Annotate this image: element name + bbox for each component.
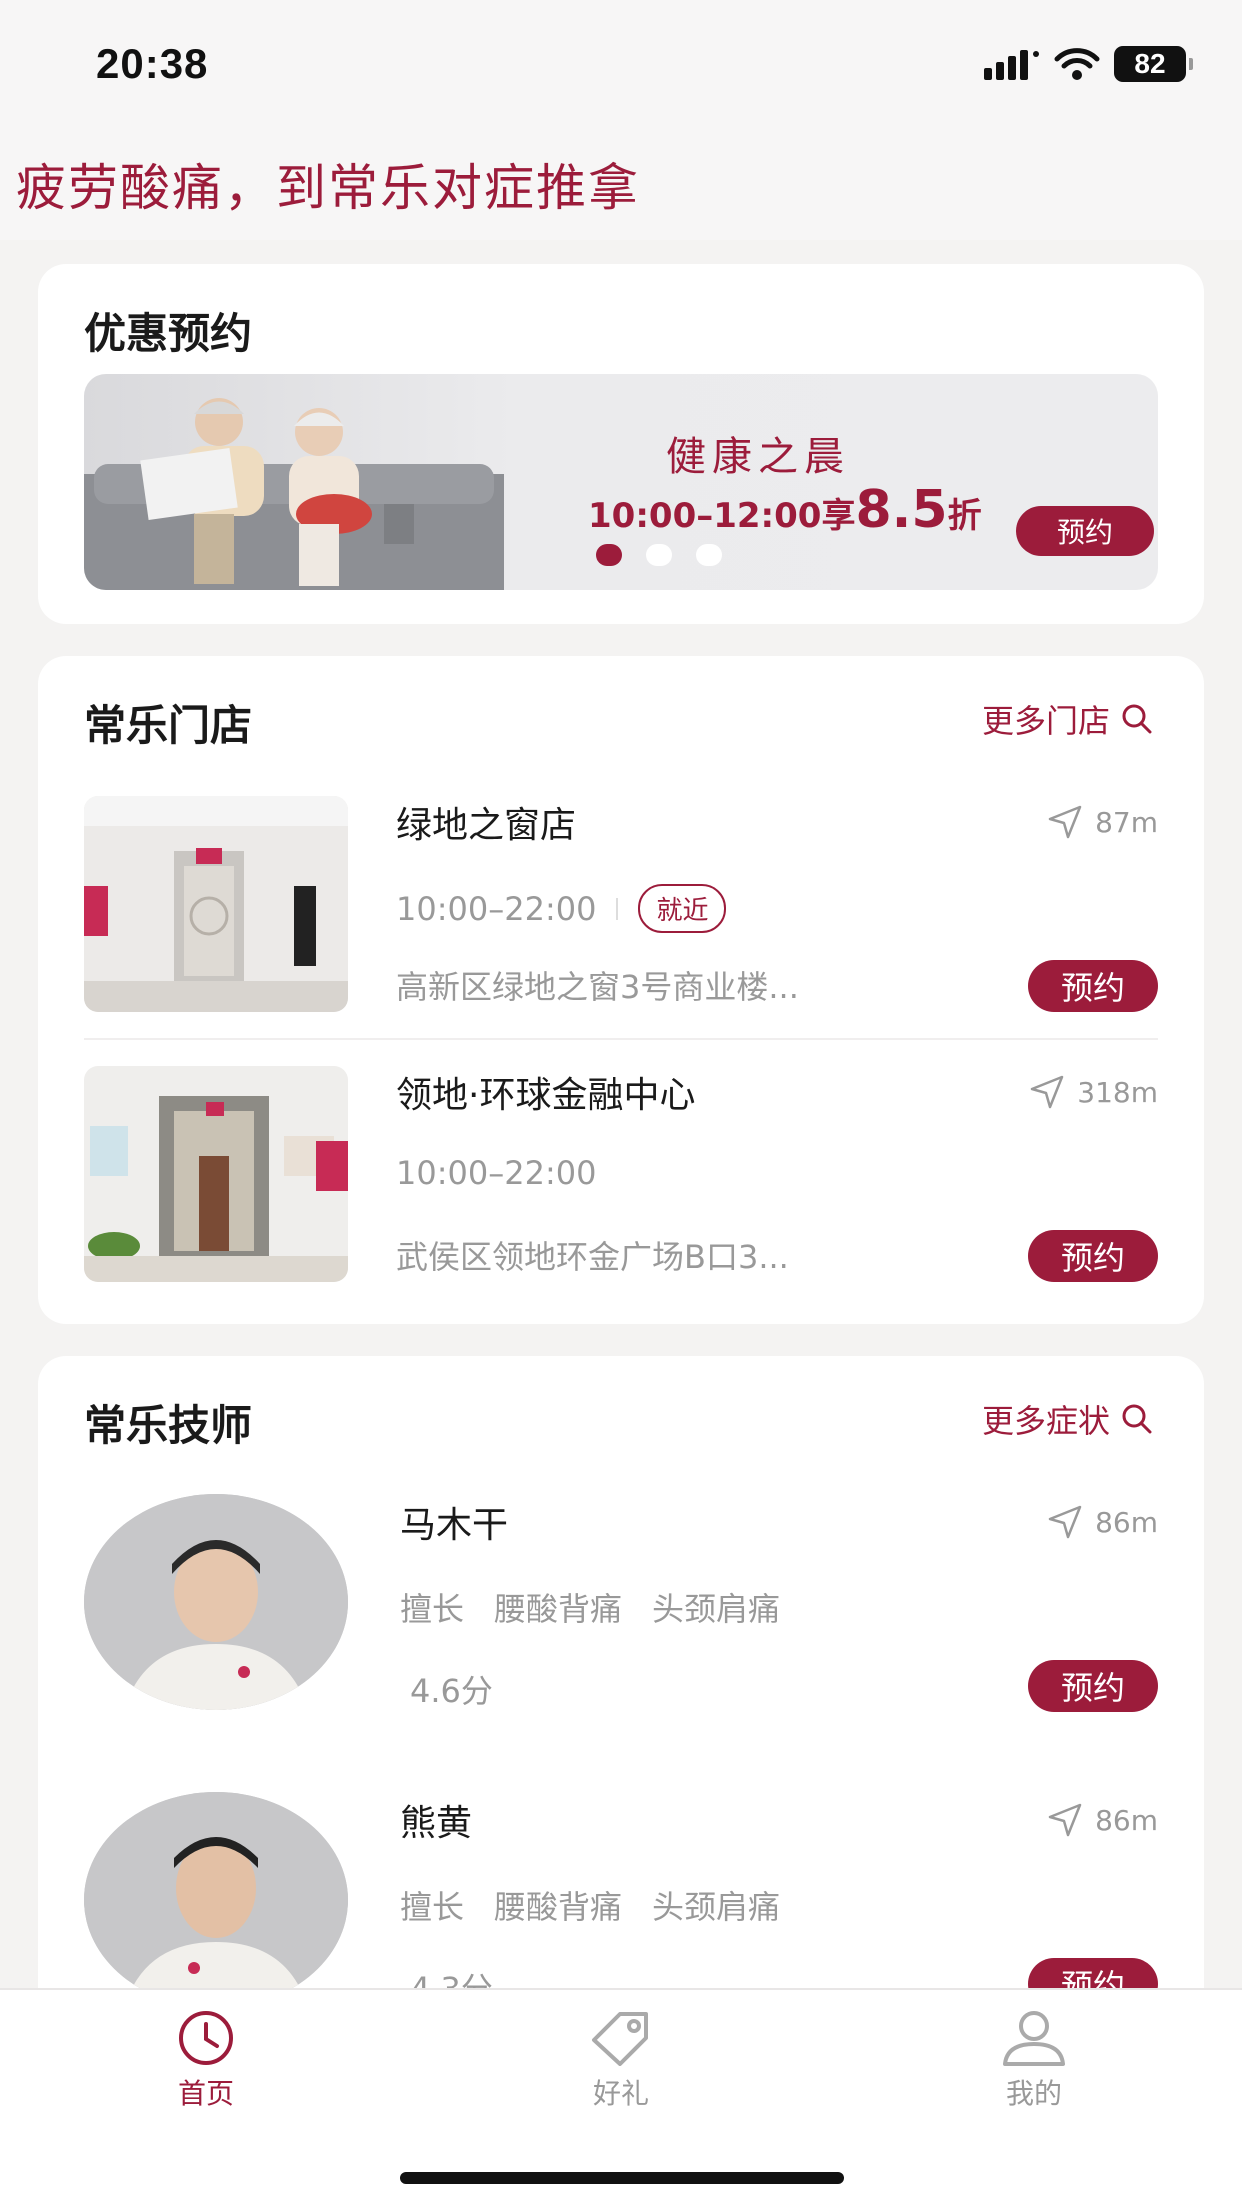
store-hours-text: 10:00–22:00 <box>396 1154 597 1192</box>
store-address: 武侯区领地环金广场B口3... <box>396 1238 789 1276</box>
store-address: 高新区绿地之窗3号商业楼... <box>396 968 799 1006</box>
banner-couple-image <box>84 398 504 590</box>
more-symptoms-label: 更多症状 <box>981 1402 1110 1440</box>
divider <box>84 1038 1158 1040</box>
carousel-dots[interactable] <box>596 544 722 566</box>
store-name: 领地·环球金融中心 <box>396 1075 696 1116</box>
skill-label: 擅长 <box>400 1590 465 1628</box>
store-hours: 10:00–22:00 <box>396 1154 596 1192</box>
therapist-score: 4.6分 <box>410 1672 493 1710</box>
therapist-avatar <box>84 1494 348 1710</box>
store-distance-text: 87m <box>1095 805 1158 839</box>
store-book-button[interactable]: 预约 <box>1028 1230 1158 1282</box>
tab-profile[interactable]: 我的 <box>934 2010 1134 2112</box>
store-distance-text: 318m <box>1077 1075 1158 1109</box>
skill-label: 擅长 <box>400 1888 465 1926</box>
banner-discount-unit: 折 <box>947 496 982 536</box>
therapist-distance-text: 86m <box>1095 1505 1158 1539</box>
promo-card: 优惠预约 健康之晨 10:00–12:00享8.5折 预约 <box>38 264 1204 624</box>
banner-time-text: 10:00–12:00享 <box>588 496 856 536</box>
store-image <box>84 796 348 1012</box>
status-bar: 20:38 82 <box>0 0 1242 130</box>
skill-tag: 腰酸背痛 <box>494 1590 623 1628</box>
banner-subtitle: 10:00–12:00享8.5折 <box>588 480 982 540</box>
location-arrow-icon <box>1031 1075 1064 1109</box>
promo-title: 优惠预约 <box>84 309 253 358</box>
wifi-icon <box>1054 48 1100 80</box>
store-distance: 318m <box>1029 1074 1158 1110</box>
location-arrow-icon <box>1048 805 1082 839</box>
carousel-dot[interactable] <box>646 544 672 566</box>
location-arrow-icon <box>1048 1803 1082 1837</box>
nearest-badge: 就近 <box>638 884 727 933</box>
stores-title: 常乐门店 <box>84 701 253 750</box>
search-icon <box>1122 1404 1152 1434</box>
signal-icon <box>984 50 1039 80</box>
skill-tag: 头颈肩痛 <box>652 1888 781 1926</box>
tab-home-label: 首页 <box>177 2077 234 2110</box>
therapist-avatar <box>84 1792 348 2008</box>
home-indicator <box>400 2172 844 2184</box>
carousel-dot[interactable] <box>696 544 722 566</box>
user-icon <box>1003 2011 1065 2066</box>
store-hours: 10:00–22:00 就近 <box>396 884 727 933</box>
carousel-dot[interactable] <box>596 544 622 566</box>
store-image <box>84 1066 348 1282</box>
skill-tag: 腰酸背痛 <box>494 1888 623 1926</box>
tab-gifts[interactable]: 好礼 <box>521 2010 721 2112</box>
therapist-skills: 擅长 腰酸背痛 头颈肩痛 <box>400 1882 780 1928</box>
therapists-card: 常乐技师 更多症状 马木干 86m 擅长 腰酸背痛 头颈肩痛 4.6分 预约 熊… <box>38 1356 1204 2056</box>
therapist-name: 熊黄 <box>400 1803 473 1844</box>
separator <box>616 897 619 920</box>
tag-icon <box>592 2012 648 2066</box>
page-slogan: 疲劳酸痛，到常乐对症推拿 <box>16 159 640 217</box>
stores-card: 常乐门店 更多门店 绿地之窗店 87m 10:00–22:00 就近 高新区绿地… <box>38 656 1204 1324</box>
more-stores-label: 更多门店 <box>981 702 1110 740</box>
therapists-title: 常乐技师 <box>84 1401 253 1450</box>
therapist-skills: 擅长 腰酸背痛 头颈肩痛 <box>400 1584 780 1630</box>
therapist-distance-text: 86m <box>1095 1803 1158 1837</box>
status-icons: 82 <box>984 46 1193 82</box>
search-icon <box>1122 704 1152 734</box>
therapist-name: 马木干 <box>400 1505 509 1546</box>
store-name: 绿地之窗店 <box>396 805 577 846</box>
more-stores-link[interactable]: 更多门店 <box>982 696 1154 742</box>
tab-gifts-label: 好礼 <box>592 2077 649 2110</box>
promo-banner[interactable]: 健康之晨 10:00–12:00享8.5折 预约 <box>84 374 1158 590</box>
more-symptoms-link[interactable]: 更多症状 <box>982 1396 1154 1442</box>
tab-home[interactable]: 首页 <box>106 2010 306 2112</box>
banner-book-button[interactable]: 预约 <box>1016 506 1154 556</box>
battery-indicator: 82 <box>1114 46 1193 82</box>
therapist-distance: 86m <box>1047 1504 1158 1540</box>
store-book-button[interactable]: 预约 <box>1028 960 1158 1012</box>
therapist-book-button[interactable]: 预约 <box>1028 1660 1158 1712</box>
clock-icon <box>179 2011 233 2065</box>
store-distance: 87m <box>1047 804 1158 840</box>
therapist-distance: 86m <box>1047 1802 1158 1838</box>
store-hours-text: 10:00–22:00 <box>396 889 597 928</box>
skill-tag: 头颈肩痛 <box>652 1590 781 1628</box>
status-time: 20:38 <box>96 40 209 87</box>
banner-title: 健康之晨 <box>666 434 850 480</box>
tab-profile-label: 我的 <box>1005 2077 1062 2110</box>
banner-discount: 8.5 <box>855 480 948 540</box>
location-arrow-icon <box>1048 1505 1082 1539</box>
